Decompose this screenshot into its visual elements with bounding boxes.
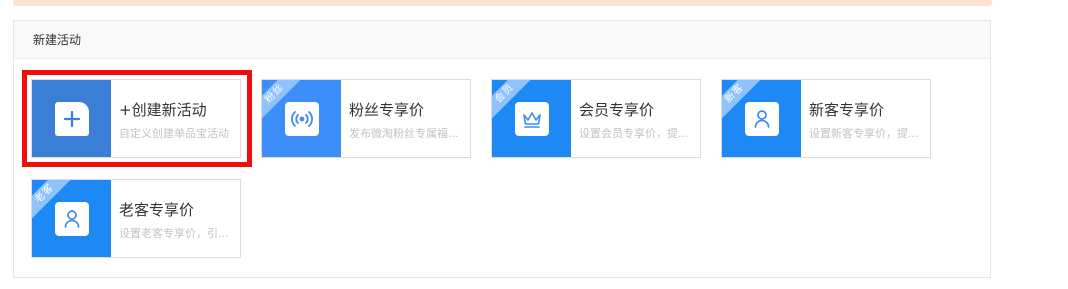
returning-customer-price-card[interactable]: 老客 老客专享价 设置老客专享价，引... — [31, 179, 241, 258]
user-icon — [55, 202, 89, 236]
card-desc: 设置会员专享价，提... — [579, 127, 689, 140]
create-icon-box — [32, 80, 111, 157]
member-icon-box: 会员 — [492, 80, 571, 157]
create-activity-card[interactable]: +创建新活动 自定义创建单品宝活动 — [31, 79, 241, 158]
new-customer-icon-box: 新客 — [722, 80, 801, 157]
returning-customer-icon-box: 老客 — [32, 180, 111, 257]
plus-document-icon — [55, 102, 89, 136]
user-icon — [745, 102, 779, 136]
card-title: +创建新活动 — [119, 101, 207, 119]
card-title: 新客专享价 — [809, 101, 885, 119]
card-title: 老客专享价 — [119, 201, 195, 219]
new-customer-price-card[interactable]: 新客 新客专享价 设置新客专享价，提... — [721, 79, 931, 158]
crown-icon — [515, 102, 549, 136]
broadcast-icon — [285, 102, 319, 136]
card-title: 会员专享价 — [579, 101, 655, 119]
card-title: 粉丝专享价 — [349, 101, 425, 119]
fans-price-card[interactable]: 粉丝 粉丝专享价 发布微淘粉丝专属福... — [261, 79, 471, 158]
card-desc: 自定义创建单品宝活动 — [119, 127, 229, 140]
card-desc: 设置老客专享价，引... — [119, 227, 229, 240]
panel-title: 新建活动 — [14, 21, 990, 59]
member-price-card[interactable]: 会员 会员专享价 设置会员专享价，提... — [491, 79, 701, 158]
notice-banner — [13, 0, 992, 6]
card-desc: 发布微淘粉丝专属福... — [349, 127, 459, 140]
card-desc: 设置新客专享价，提... — [809, 127, 919, 140]
fans-icon-box: 粉丝 — [262, 80, 341, 157]
